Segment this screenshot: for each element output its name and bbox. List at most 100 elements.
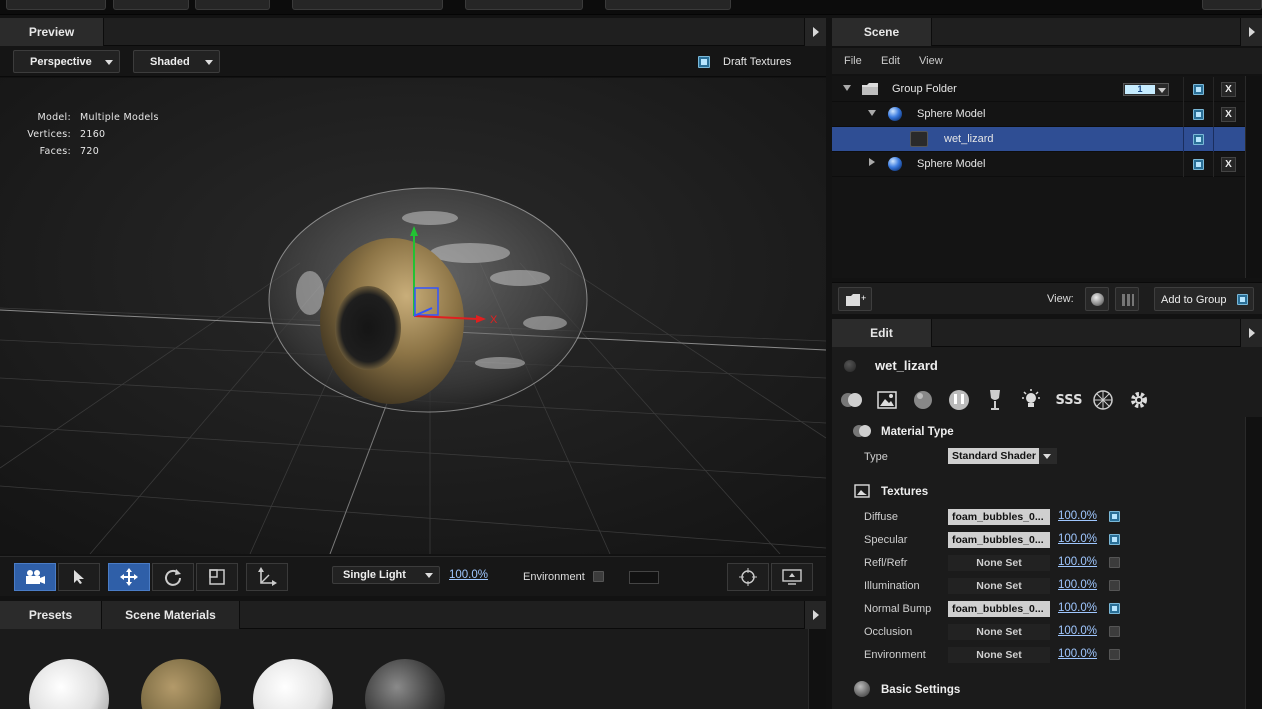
texture-strength[interactable]: 100.0% bbox=[1058, 648, 1097, 660]
scene-row-sphere-model[interactable]: Sphere Model X bbox=[832, 102, 1245, 127]
texture-slot[interactable]: None Set bbox=[948, 555, 1050, 571]
scale-tool-button[interactable] bbox=[196, 563, 238, 591]
material-type-icon[interactable] bbox=[839, 387, 865, 413]
environment-checkbox[interactable] bbox=[593, 571, 604, 582]
top-tab-2[interactable] bbox=[113, 0, 189, 10]
settings-icon[interactable] bbox=[1126, 387, 1152, 413]
texture-enable-checkbox[interactable] bbox=[1109, 649, 1120, 660]
light-intensity-value[interactable]: 100.0% bbox=[449, 569, 488, 581]
texture-enable-checkbox[interactable] bbox=[1109, 626, 1120, 637]
sss-icon[interactable]: SSS bbox=[1054, 387, 1084, 413]
3d-viewport[interactable]: X Model: Multiple Models Vertices: 2160 … bbox=[0, 78, 826, 554]
texture-enable-checkbox[interactable] bbox=[1109, 534, 1120, 545]
draft-textures-checkbox[interactable] bbox=[698, 56, 710, 68]
scene-row-group-folder[interactable]: Group Folder 1 X bbox=[832, 77, 1245, 102]
preset-white-sphere-2[interactable] bbox=[253, 659, 333, 709]
top-tab-1[interactable] bbox=[6, 0, 106, 10]
texture-strength[interactable]: 100.0% bbox=[1058, 579, 1097, 591]
select-tool-button[interactable] bbox=[58, 563, 100, 591]
light-icon[interactable] bbox=[1018, 387, 1044, 413]
edit-expand-arrow-icon[interactable] bbox=[1240, 319, 1262, 347]
texture-slot[interactable]: foam_bubbles_0... bbox=[948, 509, 1050, 525]
tab-scene-materials[interactable]: Scene Materials bbox=[102, 601, 240, 629]
group-counter-dropdown[interactable]: 1 bbox=[1123, 83, 1169, 96]
edit-tab[interactable]: Edit bbox=[832, 319, 932, 347]
visibility-checkbox[interactable] bbox=[1193, 109, 1204, 120]
texture-enable-checkbox[interactable] bbox=[1109, 580, 1120, 591]
environment-label: Environment bbox=[523, 571, 585, 583]
scene-item-label: Sphere Model bbox=[917, 158, 986, 170]
preset-white-sphere[interactable] bbox=[29, 659, 109, 709]
basic-settings-section[interactable]: Basic Settings bbox=[832, 678, 1242, 702]
textures-section[interactable]: Textures bbox=[832, 480, 1242, 504]
scene-row-wet-lizard[interactable]: wet_lizard bbox=[832, 127, 1245, 152]
collapse-arrow-icon[interactable] bbox=[869, 158, 875, 166]
material-type-section-icon bbox=[853, 425, 871, 437]
texture-strength[interactable]: 100.0% bbox=[1058, 533, 1097, 545]
edit-scrollbar[interactable] bbox=[1245, 417, 1262, 709]
top-tab-4[interactable] bbox=[292, 0, 443, 10]
texture-strength[interactable]: 100.0% bbox=[1058, 625, 1097, 637]
top-tab-7[interactable] bbox=[1202, 0, 1262, 10]
texture-strength[interactable]: 100.0% bbox=[1058, 510, 1097, 522]
delete-item-button[interactable]: X bbox=[1221, 107, 1236, 122]
texture-enable-checkbox[interactable] bbox=[1109, 603, 1120, 614]
sphere-icon[interactable] bbox=[910, 387, 936, 413]
expand-arrow-icon[interactable] bbox=[843, 85, 851, 91]
delete-item-button[interactable]: X bbox=[1221, 157, 1236, 172]
add-to-group-checkbox[interactable] bbox=[1237, 294, 1248, 305]
material-type-dropdown[interactable]: Standard Shader bbox=[948, 448, 1057, 464]
preview-expand-arrow-icon[interactable] bbox=[804, 18, 826, 46]
new-group-button[interactable]: + bbox=[838, 287, 872, 311]
scene-expand-arrow-icon[interactable] bbox=[1240, 18, 1262, 46]
texture-slot[interactable]: None Set bbox=[948, 624, 1050, 640]
texture-slot[interactable]: None Set bbox=[948, 647, 1050, 663]
screenshot-button[interactable] bbox=[771, 563, 813, 591]
presets-expand-arrow-icon[interactable] bbox=[804, 601, 826, 629]
scene-row-sphere-model-2[interactable]: Sphere Model X bbox=[832, 152, 1245, 177]
texture-enable-checkbox[interactable] bbox=[1109, 511, 1120, 522]
focus-button[interactable] bbox=[727, 563, 769, 591]
top-tab-6[interactable] bbox=[605, 0, 731, 10]
glass-icon[interactable] bbox=[982, 387, 1008, 413]
preset-wet-lizard-sphere[interactable] bbox=[365, 659, 445, 709]
visibility-checkbox[interactable] bbox=[1193, 159, 1204, 170]
menu-edit[interactable]: Edit bbox=[881, 55, 900, 67]
tab-presets[interactable]: Presets bbox=[0, 601, 102, 629]
menu-file[interactable]: File bbox=[844, 55, 862, 67]
material-type-section[interactable]: Material Type bbox=[832, 420, 1242, 444]
scene-scrollbar[interactable] bbox=[1245, 76, 1262, 278]
environment-color-swatch[interactable] bbox=[629, 571, 659, 584]
texture-slot[interactable]: foam_bubbles_0... bbox=[948, 532, 1050, 548]
preset-lizard-eye-sphere[interactable] bbox=[141, 659, 221, 709]
menu-view[interactable]: View bbox=[919, 55, 943, 67]
texture-strength[interactable]: 100.0% bbox=[1058, 602, 1097, 614]
top-tab-3[interactable] bbox=[195, 0, 270, 10]
add-to-group-button[interactable]: Add to Group bbox=[1154, 287, 1254, 311]
rotate-tool-button[interactable] bbox=[152, 563, 194, 591]
shading-dropdown[interactable]: Shaded bbox=[133, 50, 220, 73]
texture-slot[interactable]: None Set bbox=[948, 578, 1050, 594]
textures-icon[interactable] bbox=[874, 387, 900, 413]
normal-icon[interactable] bbox=[1090, 387, 1116, 413]
preview-header: Preview bbox=[0, 18, 826, 46]
preview-tab[interactable]: Preview bbox=[0, 18, 104, 46]
view-list-button[interactable] bbox=[1115, 287, 1139, 311]
presets-scrollbar[interactable] bbox=[808, 629, 826, 709]
visibility-checkbox[interactable] bbox=[1193, 84, 1204, 95]
view-shaded-button[interactable] bbox=[1085, 287, 1109, 311]
delete-item-button[interactable]: X bbox=[1221, 82, 1236, 97]
texture-enable-checkbox[interactable] bbox=[1109, 557, 1120, 568]
texture-slot[interactable]: foam_bubbles_0... bbox=[948, 601, 1050, 617]
scene-tab[interactable]: Scene bbox=[832, 18, 932, 46]
visibility-checkbox[interactable] bbox=[1193, 134, 1204, 145]
camera-dropdown[interactable]: Perspective bbox=[13, 50, 120, 73]
camera-tool-button[interactable] bbox=[14, 563, 56, 591]
texture-strength[interactable]: 100.0% bbox=[1058, 556, 1097, 568]
axis-tool-button[interactable] bbox=[246, 563, 288, 591]
reflection-icon[interactable] bbox=[946, 387, 972, 413]
expand-arrow-icon[interactable] bbox=[868, 110, 876, 116]
light-dropdown[interactable]: Single Light bbox=[332, 566, 440, 584]
move-tool-button[interactable] bbox=[108, 563, 150, 591]
top-tab-5[interactable] bbox=[465, 0, 583, 10]
